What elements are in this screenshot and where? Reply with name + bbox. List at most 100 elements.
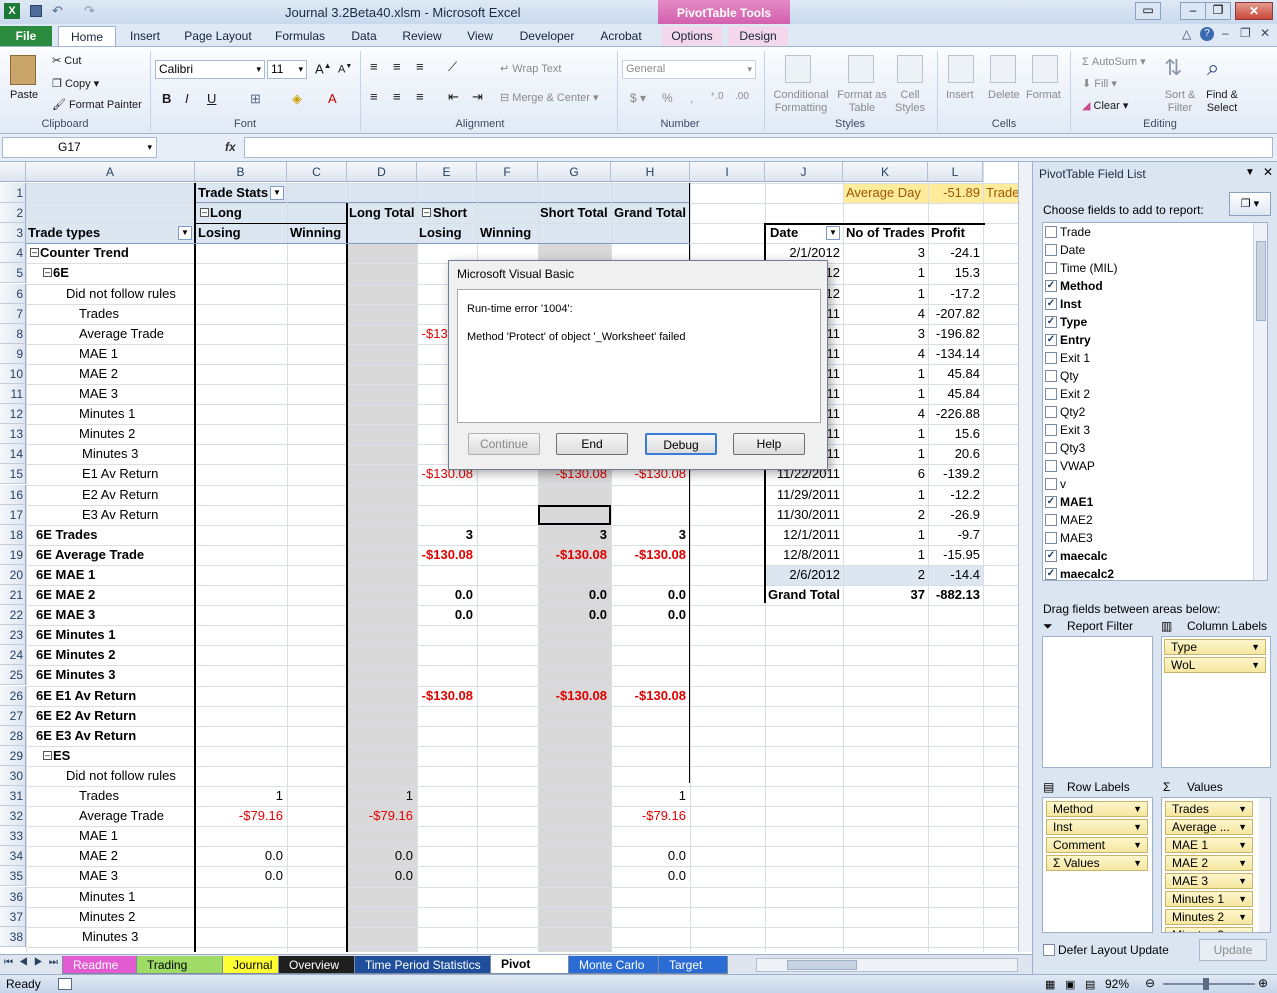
merge-center-button[interactable]: ⊟ Merge & Center ▾ bbox=[500, 91, 599, 104]
conditional-formatting-icon[interactable] bbox=[785, 55, 811, 83]
checked-checkbox-icon[interactable]: ✓ bbox=[1045, 315, 1057, 328]
maximize-button[interactable]: – bbox=[1180, 2, 1206, 20]
row-label[interactable]: MAE 1 bbox=[79, 826, 194, 846]
row-label[interactable]: Minutes 3 bbox=[82, 927, 194, 947]
side-header-date[interactable]: Date bbox=[770, 223, 830, 243]
side-trades-cell[interactable]: 2 bbox=[844, 505, 925, 525]
side-profit-cell[interactable]: -17.2 bbox=[929, 284, 980, 304]
avg-day-label[interactable]: Average Day bbox=[846, 183, 926, 203]
sheet-tab[interactable]: Trading Plan bbox=[136, 956, 224, 990]
row-label[interactable]: Did not follow rules bbox=[66, 284, 194, 304]
collapse-row-icon[interactable]: – bbox=[43, 268, 52, 277]
checked-checkbox-icon[interactable]: ✓ bbox=[1045, 549, 1057, 562]
checkbox-icon[interactable] bbox=[1045, 441, 1057, 454]
currency-icon[interactable]: $ ▾ bbox=[630, 91, 646, 105]
sheet-tab[interactable]: Monte Carlo bbox=[568, 956, 660, 974]
field-item[interactable]: MAE3 bbox=[1045, 529, 1093, 547]
row-header[interactable]: 34 bbox=[0, 846, 26, 866]
checkbox-icon[interactable] bbox=[1045, 477, 1057, 490]
tab-view[interactable]: View bbox=[460, 26, 500, 46]
value-item[interactable]: Average ... ▼ bbox=[1165, 819, 1253, 835]
side-profit-cell[interactable]: -207.82 bbox=[929, 304, 980, 324]
column-header[interactable]: H bbox=[611, 162, 690, 182]
field-item[interactable]: Exit 2 bbox=[1045, 385, 1090, 403]
sheet-tab[interactable]: Journal bbox=[222, 956, 280, 974]
row-label-header[interactable]: Trade types bbox=[28, 223, 178, 243]
side-header-trades[interactable]: No of Trades bbox=[846, 223, 930, 243]
row-label[interactable]: Minutes 2 bbox=[79, 424, 194, 444]
row-item[interactable]: Comment ▼ bbox=[1046, 837, 1148, 853]
find-select-button[interactable]: Find & Select bbox=[1202, 89, 1242, 115]
row-header[interactable]: 32 bbox=[0, 806, 26, 826]
side-profit-cell[interactable]: 20.6 bbox=[929, 444, 980, 464]
percent-icon[interactable]: % bbox=[662, 91, 673, 105]
tab-review[interactable]: Review bbox=[398, 26, 446, 46]
side-trades-cell[interactable]: 1 bbox=[844, 263, 925, 283]
tab-file[interactable]: File bbox=[0, 26, 52, 46]
cell-styles-button[interactable]: Cell Styles bbox=[892, 89, 928, 115]
row-label[interactable]: 6E MAE 1 bbox=[36, 565, 194, 585]
value-cell[interactable]: -$130.08 bbox=[417, 686, 473, 706]
continue-button[interactable]: Continue bbox=[468, 433, 540, 455]
row-label[interactable]: MAE 2 bbox=[79, 364, 194, 384]
checked-checkbox-icon[interactable]: ✓ bbox=[1045, 333, 1057, 346]
column-header[interactable]: B bbox=[195, 162, 287, 182]
row-header[interactable]: 26 bbox=[0, 686, 26, 706]
cut-button[interactable]: ✂ Cut bbox=[52, 54, 81, 67]
side-trades-cell[interactable]: 6 bbox=[844, 464, 925, 484]
row-header[interactable]: 37 bbox=[0, 907, 26, 927]
row-header[interactable]: 12 bbox=[0, 404, 26, 424]
row-header[interactable]: 36 bbox=[0, 887, 26, 907]
row-header[interactable]: 19 bbox=[0, 545, 26, 565]
save-icon[interactable] bbox=[30, 5, 42, 17]
vertical-scrollbar[interactable] bbox=[1018, 162, 1032, 952]
row-label[interactable]: 6E Minutes 2 bbox=[36, 645, 194, 665]
update-button[interactable]: Update bbox=[1199, 939, 1267, 961]
copy-button[interactable]: ❐ Copy ▾ bbox=[52, 77, 99, 90]
side-trades-cell[interactable]: 1 bbox=[844, 364, 925, 384]
row-label[interactable]: Counter Trend bbox=[40, 243, 194, 263]
row-label[interactable]: 6E MAE 2 bbox=[36, 585, 194, 605]
row-label[interactable]: Did not follow rules bbox=[66, 766, 194, 786]
row-label[interactable]: MAE 1 bbox=[79, 344, 194, 364]
tab-developer[interactable]: Developer bbox=[514, 26, 580, 46]
shrink-font-icon[interactable]: A▼ bbox=[338, 63, 352, 76]
value-cell[interactable]: -$130.08 bbox=[538, 545, 607, 565]
dropdown-arrow-icon[interactable]: ▼ bbox=[178, 226, 192, 240]
active-cell[interactable] bbox=[538, 505, 611, 525]
row-label[interactable]: 6E bbox=[53, 263, 194, 283]
font-color-icon[interactable]: A bbox=[328, 91, 337, 106]
field-item[interactable]: ✓ MAE1 bbox=[1045, 493, 1093, 511]
value-cell[interactable]: 3 bbox=[538, 525, 607, 545]
value-cell[interactable]: -$79.16 bbox=[195, 806, 283, 826]
side-trades-cell[interactable]: 1 bbox=[844, 284, 925, 304]
decrease-indent-icon[interactable]: ⇤ bbox=[448, 89, 459, 105]
row-header[interactable]: 18 bbox=[0, 525, 26, 545]
align-bottom-icon[interactable]: ≡ bbox=[416, 59, 424, 74]
row-header[interactable]: 10 bbox=[0, 364, 26, 384]
sheet-tab[interactable]: Overview bbox=[278, 956, 356, 974]
side-trades-cell[interactable]: 1 bbox=[844, 424, 925, 444]
column-item-wol[interactable]: WoL ▼ bbox=[1164, 657, 1266, 673]
value-cell[interactable]: -$130.08 bbox=[611, 545, 686, 565]
formula-input[interactable] bbox=[244, 137, 1273, 158]
side-profit-cell[interactable]: -26.9 bbox=[929, 505, 980, 525]
row-label[interactable]: Average Trade bbox=[79, 806, 194, 826]
format-as-table-button[interactable]: Format as Table bbox=[836, 89, 888, 115]
row-header[interactable]: 7 bbox=[0, 304, 26, 324]
clear-button[interactable]: ◢ Clear ▾ bbox=[1082, 99, 1128, 112]
row-label[interactable]: ES bbox=[53, 746, 194, 766]
column-label-winning[interactable]: Winning bbox=[480, 223, 536, 243]
side-profit-cell[interactable]: -226.88 bbox=[929, 404, 980, 424]
row-label[interactable]: 6E E3 Av Return bbox=[36, 726, 194, 746]
field-item[interactable]: VWAP bbox=[1045, 457, 1095, 475]
zoom-slider[interactable] bbox=[1163, 978, 1255, 990]
field-list-layout-button[interactable]: ❐ ▾ bbox=[1229, 192, 1271, 216]
number-format-select[interactable]: General ▾ bbox=[622, 60, 756, 79]
value-cell[interactable]: 0.0 bbox=[611, 866, 686, 886]
delete-cells-button[interactable]: Delete bbox=[988, 89, 1020, 101]
side-trades-cell[interactable]: 3 bbox=[844, 243, 925, 263]
field-item[interactable]: v bbox=[1045, 475, 1066, 493]
row-header[interactable]: 23 bbox=[0, 625, 26, 645]
horizontal-scrollbar[interactable] bbox=[756, 958, 1018, 972]
